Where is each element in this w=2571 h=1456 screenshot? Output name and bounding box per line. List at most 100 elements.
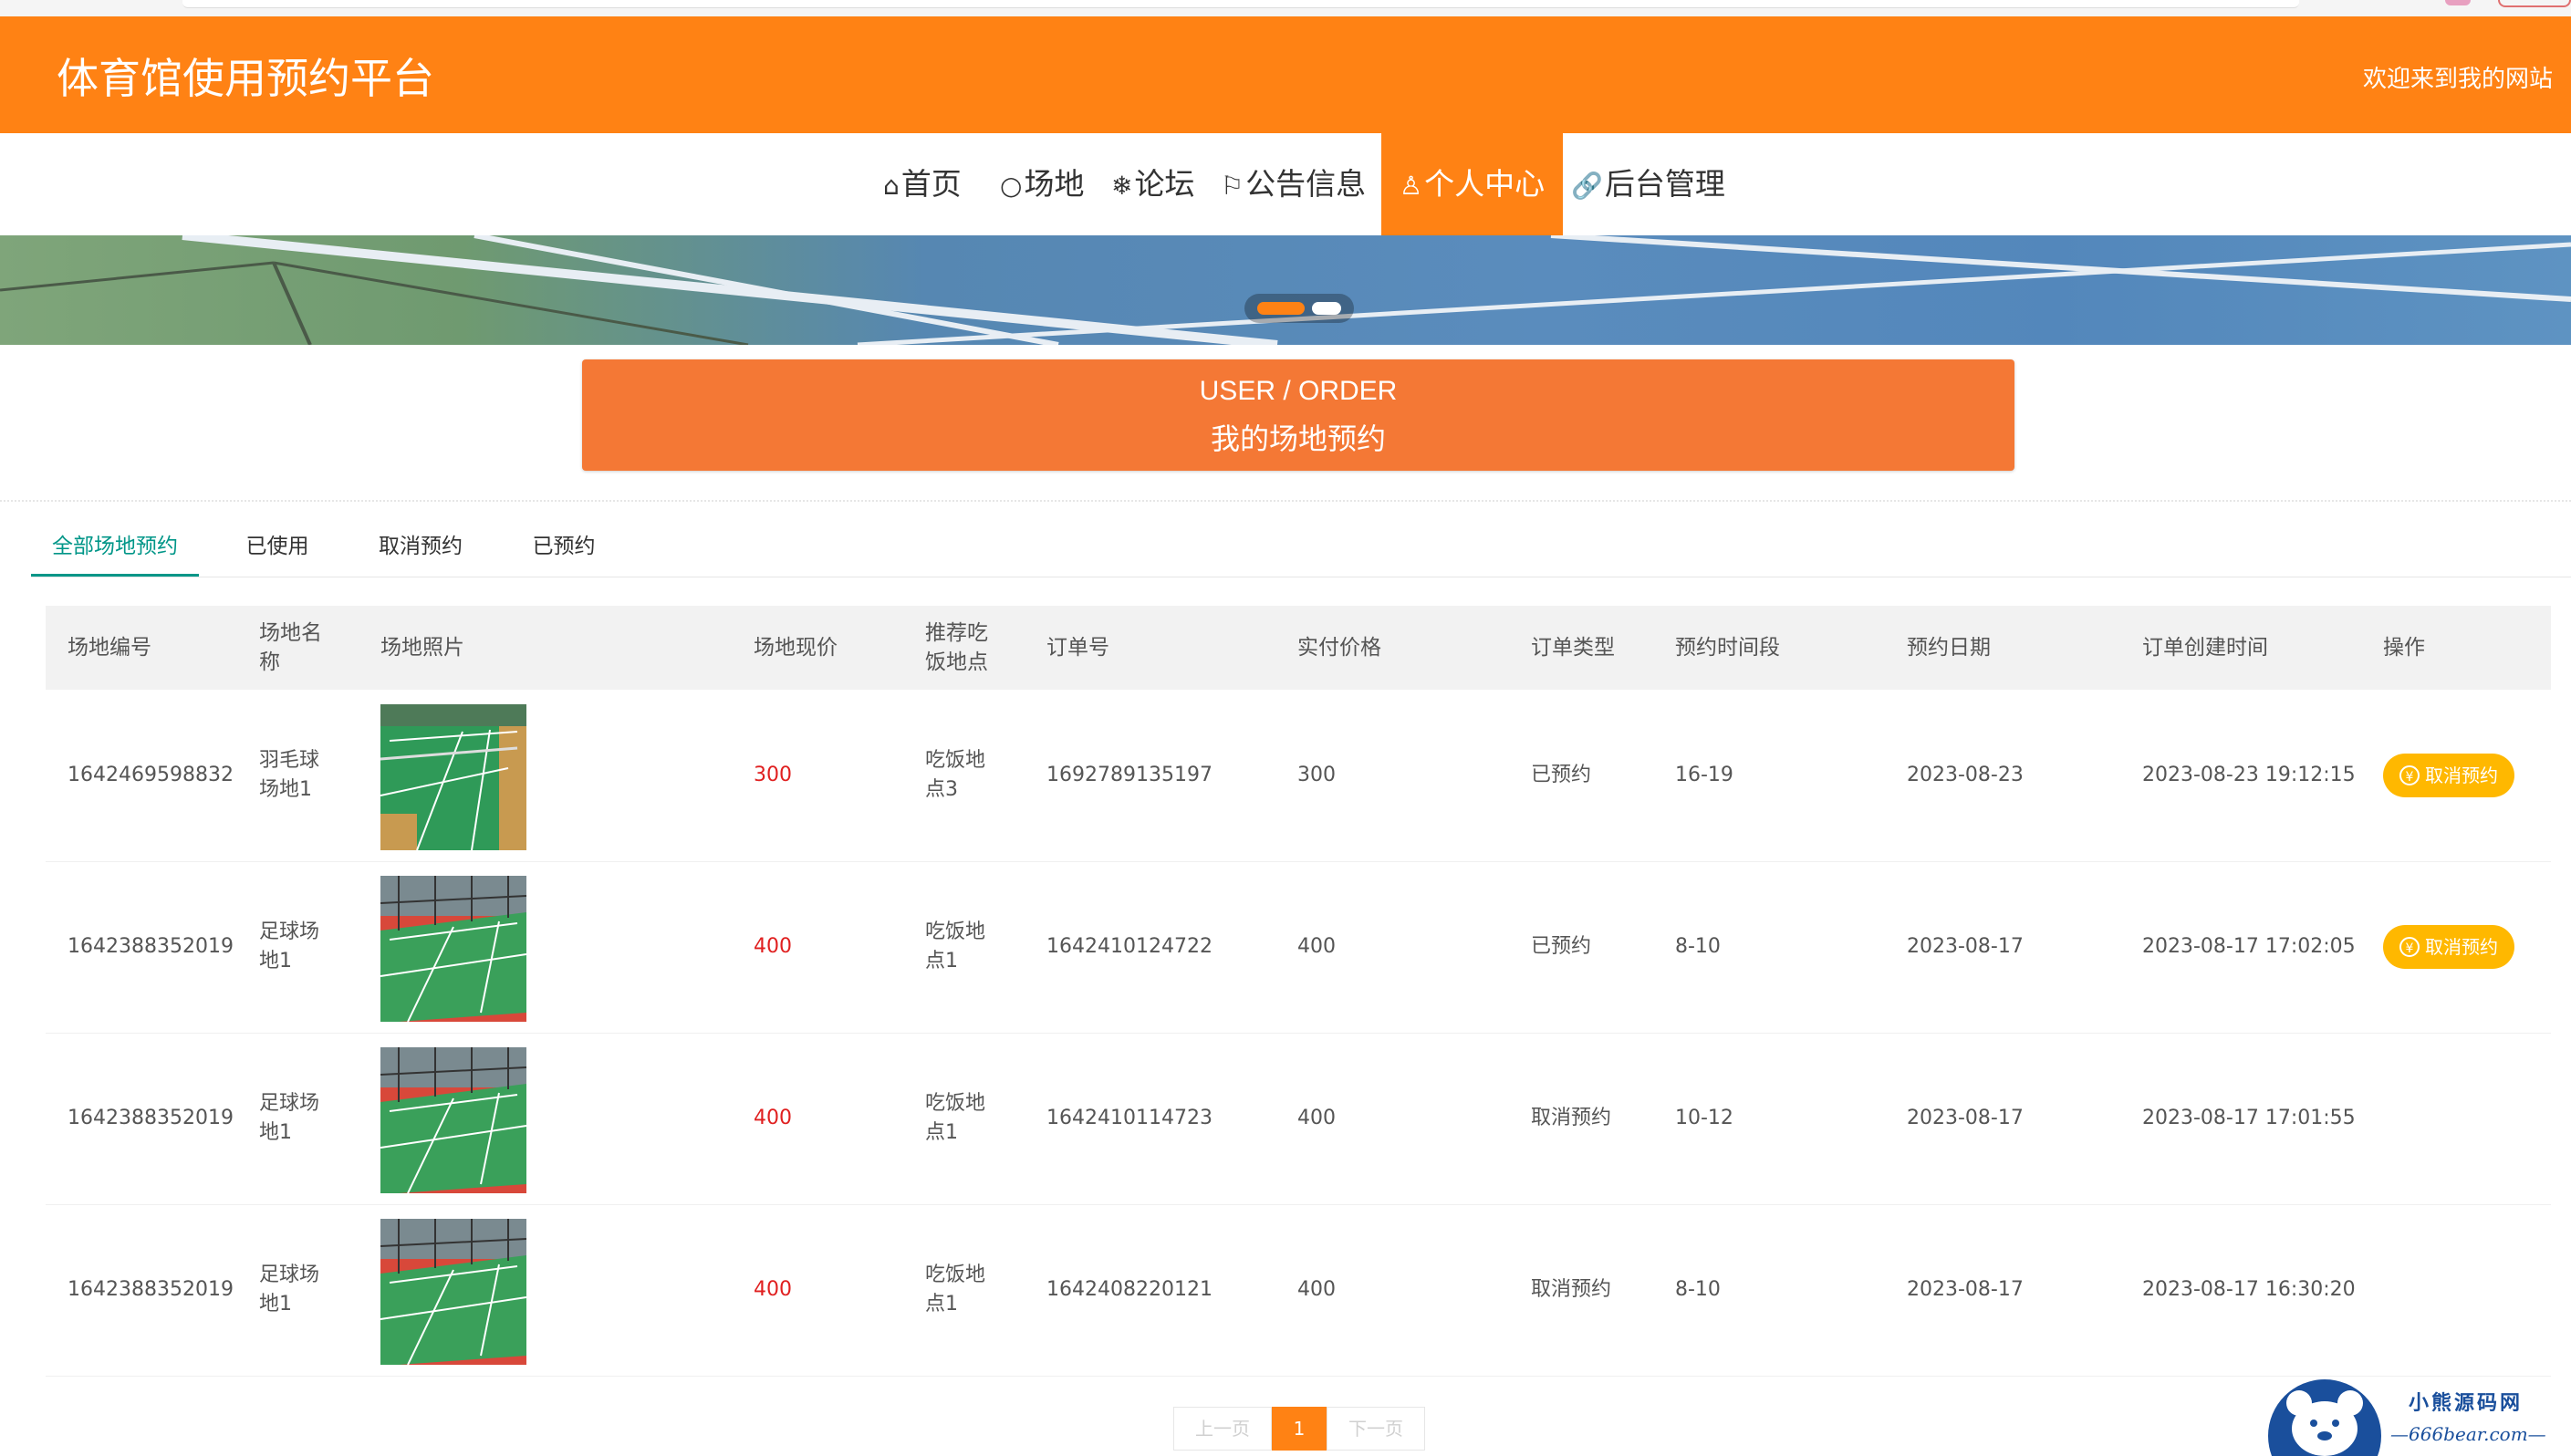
cell-venue-name: 足球场地1 bbox=[259, 1092, 320, 1144]
cell-food-spot: 吃饭地点3 bbox=[925, 749, 986, 801]
cell-created: 2023-08-17 16:30:20 bbox=[2142, 1278, 2356, 1301]
circle-icon: ○ bbox=[1000, 171, 1023, 201]
tab-used[interactable]: 已使用 bbox=[219, 522, 336, 577]
page-1-button[interactable]: 1 bbox=[1272, 1407, 1327, 1451]
venue-photo[interactable] bbox=[380, 876, 526, 1022]
col-date: 预约日期 bbox=[1907, 636, 1991, 660]
col-venue-name: 场地名称 bbox=[259, 621, 322, 674]
site-header: 体育馆使用预约平台 欢迎来到我的网站 bbox=[0, 16, 2571, 133]
col-food-spot: 推荐吃饭地点 bbox=[925, 621, 988, 674]
cell-paid: 300 bbox=[1297, 764, 1336, 786]
cell-venue-id: 1642388352019 bbox=[68, 935, 234, 958]
tab-cancelled[interactable]: 取消预约 bbox=[352, 522, 489, 577]
cell-order-no: 1692789135197 bbox=[1046, 764, 1213, 786]
cell-date: 2023-08-17 bbox=[1907, 1278, 2024, 1301]
court-lines bbox=[0, 235, 2571, 345]
venue-photo[interactable] bbox=[380, 1047, 526, 1193]
cell-time-slot: 8-10 bbox=[1675, 935, 1721, 958]
cell-order-type: 取消预约 bbox=[1531, 1107, 1612, 1129]
nav-item-admin[interactable]: 🔗后台管理 bbox=[1571, 133, 1725, 235]
main-nav: ⌂首页 ○场地 ❄论坛 ⚐公告信息 ♙个人中心 🔗后台管理 bbox=[0, 133, 2571, 235]
cancel-booking-button[interactable]: ¥ 取消预约 bbox=[2383, 925, 2514, 969]
site-title[interactable]: 体育馆使用预约平台 bbox=[57, 46, 434, 106]
cell-paid: 400 bbox=[1297, 935, 1336, 958]
cell-food-spot: 吃饭地点1 bbox=[925, 920, 986, 972]
cancel-booking-button[interactable]: ¥ 取消预约 bbox=[2383, 754, 2514, 797]
user-icon: ♙ bbox=[1400, 171, 1423, 201]
cell-price: 400 bbox=[754, 1107, 792, 1129]
yen-icon: ¥ bbox=[2399, 936, 2420, 957]
cell-created: 2023-08-17 17:01:55 bbox=[2142, 1107, 2356, 1129]
cell-venue-id: 1642469598832 bbox=[68, 764, 234, 786]
nav-item-notices[interactable]: ⚐公告信息 bbox=[1221, 133, 1366, 235]
table-row: 1642388352019 足球场地1 400 吃饭地点1 1642408220… bbox=[46, 1204, 2551, 1377]
next-page-button[interactable]: 下一页 bbox=[1327, 1407, 1425, 1451]
cell-time-slot: 10-12 bbox=[1675, 1107, 1733, 1129]
cell-order-no: 1642408220121 bbox=[1046, 1278, 1213, 1301]
cell-price: 400 bbox=[754, 1278, 792, 1301]
cell-order-no: 1642410124722 bbox=[1046, 935, 1213, 958]
cell-price: 300 bbox=[754, 764, 792, 786]
col-time-slot: 预约时间段 bbox=[1675, 636, 1780, 660]
nav-item-user-center[interactable]: ♙个人中心 bbox=[1381, 133, 1564, 235]
cell-food-spot: 吃饭地点1 bbox=[925, 1264, 986, 1316]
table-row: 1642388352019 足球场地1 400 吃饭地点1 1642410114… bbox=[46, 1033, 2551, 1205]
table-row: 1642388352019 足球场地1 400 吃饭地点1 1642410124… bbox=[46, 861, 2551, 1034]
watermark: 小熊源码网 —666bear.com— bbox=[2254, 1372, 2564, 1456]
tab-booked[interactable]: 已预约 bbox=[505, 522, 622, 577]
col-order-no: 订单号 bbox=[1046, 636, 1109, 660]
tab-all-bookings[interactable]: 全部场地预约 bbox=[31, 522, 199, 577]
col-venue-id: 场地编号 bbox=[68, 636, 151, 660]
welcome-text: 欢迎来到我的网站 bbox=[2362, 66, 2553, 93]
cell-date: 2023-08-17 bbox=[1907, 1107, 2024, 1129]
cell-venue-id: 1642388352019 bbox=[68, 1107, 234, 1129]
nav-item-venues[interactable]: ○场地 bbox=[1000, 133, 1084, 235]
address-bar-edge bbox=[182, 0, 2299, 8]
profile-icon[interactable] bbox=[2445, 0, 2471, 5]
cell-time-slot: 8-10 bbox=[1675, 1278, 1721, 1301]
bear-logo-icon bbox=[2268, 1379, 2381, 1456]
venue-photo[interactable] bbox=[380, 704, 526, 850]
cell-date: 2023-08-17 bbox=[1907, 935, 2024, 958]
watermark-domain: —666bear.com— bbox=[2390, 1423, 2546, 1445]
link-icon: 🔗 bbox=[1571, 171, 1603, 201]
snowflake-icon: ❄ bbox=[1111, 171, 1133, 201]
cell-venue-name: 足球场地1 bbox=[259, 920, 320, 972]
cell-paid: 400 bbox=[1297, 1278, 1336, 1301]
cell-venue-name: 羽毛球场地1 bbox=[259, 749, 320, 801]
carousel-dot-1[interactable] bbox=[1257, 302, 1305, 315]
cell-created: 2023-08-17 17:02:05 bbox=[2142, 935, 2356, 958]
page-title: 我的场地预约 bbox=[1210, 421, 1386, 456]
cell-order-type: 已预约 bbox=[1531, 935, 1592, 958]
carousel-dot-2[interactable] bbox=[1312, 302, 1341, 315]
carousel-indicators bbox=[1244, 294, 1354, 323]
cell-food-spot: 吃饭地点1 bbox=[925, 1092, 986, 1144]
home-icon: ⌂ bbox=[883, 171, 900, 201]
browser-action-button[interactable] bbox=[2498, 0, 2571, 7]
cell-paid: 400 bbox=[1297, 1107, 1336, 1129]
col-paid: 实付价格 bbox=[1297, 636, 1381, 660]
col-venue-photo: 场地照片 bbox=[380, 636, 464, 660]
cell-venue-name: 足球场地1 bbox=[259, 1264, 320, 1316]
prev-page-button[interactable]: 上一页 bbox=[1173, 1407, 1272, 1451]
browser-top-strip bbox=[0, 0, 2571, 16]
order-tabs: 全部场地预约 已使用 取消预约 已预约 bbox=[31, 522, 2571, 577]
page-title-en: USER / ORDER bbox=[1199, 376, 1398, 406]
banner-carousel[interactable] bbox=[0, 235, 2571, 345]
table-header: 场地编号 场地名称 场地照片 场地现价 推荐吃饭地点 订单号 实付价格 订单类型… bbox=[46, 606, 2551, 690]
yen-icon: ¥ bbox=[2399, 764, 2420, 785]
cell-created: 2023-08-23 19:12:15 bbox=[2142, 764, 2356, 786]
cell-time-slot: 16-19 bbox=[1675, 764, 1733, 786]
venue-photo[interactable] bbox=[380, 1219, 526, 1365]
table-row: 1642469598832 羽毛球场地1 300 吃饭地点3 169278913… bbox=[46, 690, 2551, 862]
col-price: 场地现价 bbox=[754, 636, 838, 660]
flag-icon: ⚐ bbox=[1221, 171, 1244, 201]
cell-order-no: 1642410114723 bbox=[1046, 1107, 1213, 1129]
section-divider bbox=[0, 500, 2571, 502]
watermark-name: 小熊源码网 bbox=[2409, 1392, 2524, 1415]
page-title-box: USER / ORDER 我的场地预约 bbox=[582, 359, 2014, 471]
nav-item-home[interactable]: ⌂首页 bbox=[883, 133, 962, 235]
nav-item-forum[interactable]: ❄论坛 bbox=[1111, 133, 1194, 235]
cell-venue-id: 1642388352019 bbox=[68, 1278, 234, 1301]
cell-order-type: 取消预约 bbox=[1531, 1278, 1612, 1301]
